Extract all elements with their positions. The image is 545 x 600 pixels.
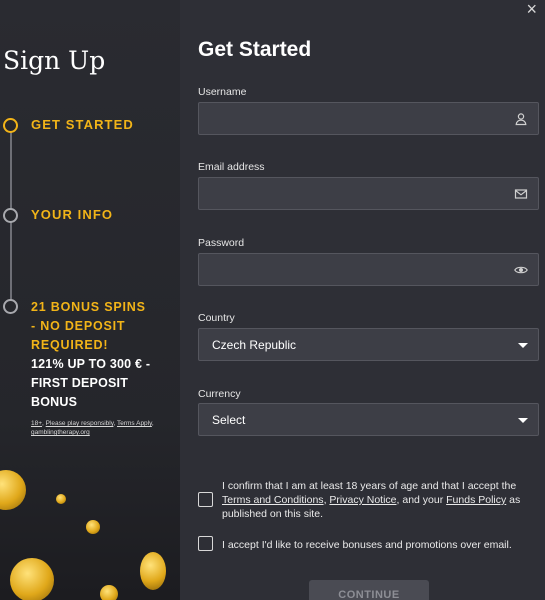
terms-link[interactable]: Terms Apply (117, 420, 152, 427)
coin-icon (140, 552, 166, 590)
email-promotions-checkbox[interactable] (198, 536, 213, 551)
currency-select[interactable]: Select (198, 403, 539, 436)
bonus-line: 121% UP TO 300 € - (31, 357, 151, 371)
eye-icon[interactable] (514, 263, 528, 277)
step-label: YOUR INFO (31, 207, 114, 222)
user-icon (515, 113, 527, 126)
country-select[interactable]: Czech Republic (198, 328, 539, 361)
password-input[interactable] (198, 253, 539, 286)
terms-conditions-link[interactable]: Terms and Conditions (222, 494, 324, 506)
username-input[interactable] (198, 102, 539, 135)
bonus-line: FIRST DEPOSIT (31, 376, 129, 390)
email-label: Email address (198, 161, 265, 173)
currency-label: Currency (198, 388, 241, 400)
sidebar-title: Sign Up (3, 46, 106, 75)
signup-form-panel: Get Started Username Email address Passw… (180, 0, 545, 600)
country-selected-value: Czech Republic (212, 338, 297, 352)
responsible-link[interactable]: Please play responsibly (46, 420, 114, 427)
bonus-offer: 21 BONUS SPINS - NO DEPOSIT REQUIRED! 12… (31, 298, 176, 412)
coin-icon (56, 494, 66, 504)
step-indicator-icon (3, 208, 18, 223)
coin-icon (86, 520, 100, 534)
username-label: Username (198, 86, 247, 98)
legal-links: 18+, Please play responsibly, Terms Appl… (31, 420, 154, 436)
signup-sidebar: Sign Up GET STARTED YOUR INFO 21 BONUS S… (0, 0, 180, 600)
step-indicator-icon (3, 118, 18, 133)
email-input[interactable] (198, 177, 539, 210)
coin-icon (10, 558, 54, 600)
age-terms-consent-text: I confirm that I am at least 18 years of… (222, 479, 534, 521)
gambling-therapy-link[interactable]: gamblingtherapy.org (31, 429, 90, 436)
envelope-icon (514, 189, 528, 199)
consent-separator: , and your (396, 494, 447, 506)
coin-icon (0, 470, 26, 510)
signup-modal: Sign Up GET STARTED YOUR INFO 21 BONUS S… (0, 0, 545, 600)
continue-button[interactable]: CONTINUE (309, 580, 429, 600)
age-terms-checkbox[interactable] (198, 492, 213, 507)
age-link[interactable]: 18+ (31, 420, 42, 427)
coin-icon (100, 585, 118, 600)
email-promotions-consent-text: I accept I'd like to receive bonuses and… (222, 539, 512, 551)
consent-text: I confirm that I am at least 18 years of… (222, 480, 517, 492)
step-indicator-icon (3, 299, 18, 314)
bonus-line: BONUS (31, 395, 78, 409)
chevron-down-icon (518, 343, 528, 348)
bonus-line: - NO DEPOSIT (31, 319, 126, 333)
country-label: Country (198, 312, 235, 324)
password-label: Password (198, 237, 245, 249)
step-label: GET STARTED (31, 117, 134, 132)
chevron-down-icon (518, 418, 528, 423)
close-icon[interactable]: × (526, 0, 537, 18)
form-title: Get Started (198, 38, 312, 61)
currency-selected-value: Select (212, 413, 246, 427)
bonus-line: 21 BONUS SPINS (31, 300, 146, 314)
funds-policy-link[interactable]: Funds Policy (446, 494, 506, 506)
privacy-notice-link[interactable]: Privacy Notice (329, 494, 396, 506)
bonus-line: REQUIRED! (31, 338, 109, 352)
